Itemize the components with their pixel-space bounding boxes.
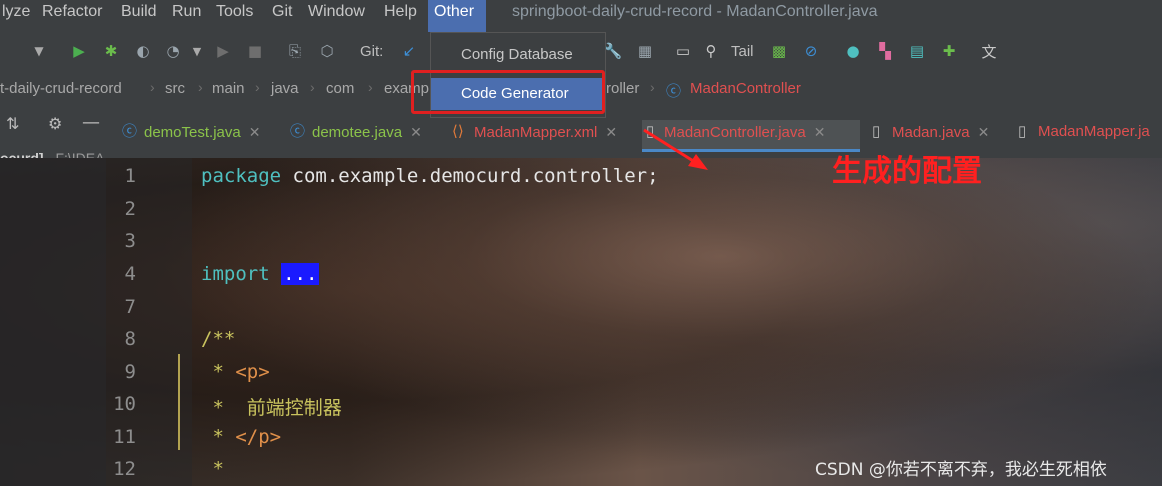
wrench-icon[interactable]: 🔧 [604, 42, 623, 60]
code-line-comment: * <p> [201, 361, 270, 383]
close-icon[interactable]: ✕ [978, 124, 990, 140]
database-icon[interactable]: ▤ [908, 42, 926, 60]
tab-demotee[interactable]: ⓒ demotee.java ✕ [290, 120, 422, 152]
close-icon[interactable]: ✕ [249, 124, 261, 140]
puzzle-icon[interactable]: ✚ [940, 42, 958, 60]
folded-imports[interactable]: ... [281, 263, 320, 285]
code-line-package: package com.example.democurd.controller; [201, 165, 659, 187]
line-number: 8 [124, 328, 136, 350]
chevron-right-icon: › [255, 79, 260, 95]
close-icon[interactable]: ✕ [410, 124, 422, 140]
java-file-icon: ▯ [1018, 123, 1027, 140]
menu-run[interactable]: Run [166, 0, 207, 32]
code-line-comment: * 前端控制器 [201, 397, 342, 419]
profile-dropdown-icon[interactable]: ▼ [188, 42, 206, 60]
no-entry-icon[interactable]: ⊘ [802, 42, 820, 60]
class-icon: ⓒ [666, 83, 682, 100]
chevron-right-icon: › [198, 79, 203, 95]
chevron-down-icon[interactable]: ▼ [30, 42, 48, 60]
git-update-icon[interactable]: ↙ [400, 42, 418, 60]
window-title: springboot-daily-crud-record - MadanCont… [512, 3, 878, 20]
chevron-right-icon: › [650, 79, 655, 95]
close-icon[interactable]: ✕ [814, 124, 826, 140]
minimize-icon[interactable]: — [82, 112, 100, 133]
line-number: 10 [113, 393, 136, 415]
menu-build[interactable]: Build [115, 0, 163, 32]
collapse-icon[interactable]: ⇅ [6, 114, 19, 133]
class-icon: ⓒ [122, 123, 138, 140]
code-line-import: import ... [201, 263, 320, 285]
line-number: 9 [124, 361, 136, 383]
breadcrumb-src[interactable]: src [165, 80, 185, 97]
code-editor[interactable]: 1 2 3 4 7 8 9 10 11 12 package com.examp… [0, 158, 1162, 486]
tab-madanmapper-xml[interactable]: ⟨⟩ MadanMapper.xml ✕ [452, 120, 617, 152]
menu-refactor[interactable]: Refactor [36, 0, 108, 32]
palette-icon[interactable]: ▚ [876, 42, 894, 60]
annotation-arrow [643, 128, 708, 170]
fold-indicator [178, 354, 180, 450]
breadcrumb-com[interactable]: com [326, 80, 354, 97]
gear-icon[interactable]: ⚙ [48, 114, 62, 133]
menu-other[interactable]: Other [428, 0, 486, 32]
menu-git[interactable]: Git [266, 0, 298, 32]
line-number: 1 [124, 165, 136, 187]
breadcrumb-project[interactable]: t-daily-crud-record [0, 80, 122, 97]
project-structure-icon[interactable]: ▦ [636, 42, 654, 60]
chevron-right-icon: › [310, 79, 315, 95]
translate-icon[interactable]: 文 [980, 42, 998, 61]
close-icon[interactable]: ✕ [605, 124, 617, 140]
code-line-comment: * </p> [201, 426, 282, 448]
line-number: 2 [124, 198, 136, 220]
profile-icon[interactable]: ◔ [164, 42, 182, 60]
tab-madanmapper-java[interactable]: ▯ MadanMapper.ja [1016, 120, 1150, 152]
chevron-right-icon: › [150, 79, 155, 95]
menu-item-config-database[interactable]: Config Database [431, 39, 605, 71]
coverage-icon[interactable]: ◐ [134, 42, 152, 60]
tab-label: MadanMapper.xml [474, 124, 598, 141]
tab-label: demotee.java [312, 124, 403, 141]
terminal-icon[interactable]: ▭ [674, 42, 692, 60]
git-label: Git: [360, 43, 384, 60]
line-number: 7 [124, 296, 136, 318]
tab-label: Madan.java [892, 124, 970, 141]
tab-label: MadanMapper.ja [1038, 123, 1150, 140]
line-number: 3 [124, 230, 136, 252]
build-icon[interactable]: ⎘ [286, 42, 304, 60]
tail-button[interactable]: Tail [731, 43, 754, 60]
debug-icon[interactable]: ✱ [102, 42, 120, 60]
breadcrumb-main[interactable]: main [212, 80, 245, 97]
annotation-label: 生成的配置 [832, 154, 982, 189]
menu-window[interactable]: Window [302, 0, 371, 32]
tab-demotest[interactable]: ⓒ demoTest.java ✕ [122, 120, 260, 152]
xml-file-icon: ⟨⟩ [452, 123, 464, 140]
breadcrumb-class[interactable]: MadanController [690, 80, 801, 97]
highlight-box [411, 70, 605, 114]
code-line-comment-start: /** [201, 328, 236, 350]
menu-help[interactable]: Help [378, 0, 423, 32]
breadcrumb-java[interactable]: java [271, 80, 299, 97]
breadcrumb-controller[interactable]: roller [606, 80, 639, 97]
tab-label: demoTest.java [144, 124, 241, 141]
watermark: CSDN @你若不离不弃，我必生死相依 [815, 460, 1107, 480]
plugin-circle-icon[interactable]: ● [844, 42, 862, 60]
menu-analyze[interactable]: lyze [0, 0, 36, 32]
java-file-icon: ▯ [872, 123, 881, 140]
line-number: 12 [113, 458, 136, 480]
project-panel [0, 158, 106, 486]
menu-tools[interactable]: Tools [210, 0, 259, 32]
class-icon: ⓒ [290, 123, 306, 140]
code-line-comment: * [201, 458, 224, 480]
statistic-icon[interactable]: ▩ [770, 42, 788, 60]
stop-icon[interactable]: ■ [246, 42, 264, 60]
search-icon[interactable]: ⚲ [702, 42, 720, 60]
structure-icon[interactable]: ⬡ [318, 42, 336, 60]
rerun-icon[interactable]: ▶ [214, 42, 232, 60]
chevron-right-icon: › [368, 79, 373, 95]
line-number: 4 [124, 263, 136, 285]
run-icon[interactable]: ▶ [70, 42, 88, 60]
menu-bar: lyze Refactor Build Run Tools Git Window… [0, 0, 1162, 32]
line-number: 11 [113, 426, 136, 448]
